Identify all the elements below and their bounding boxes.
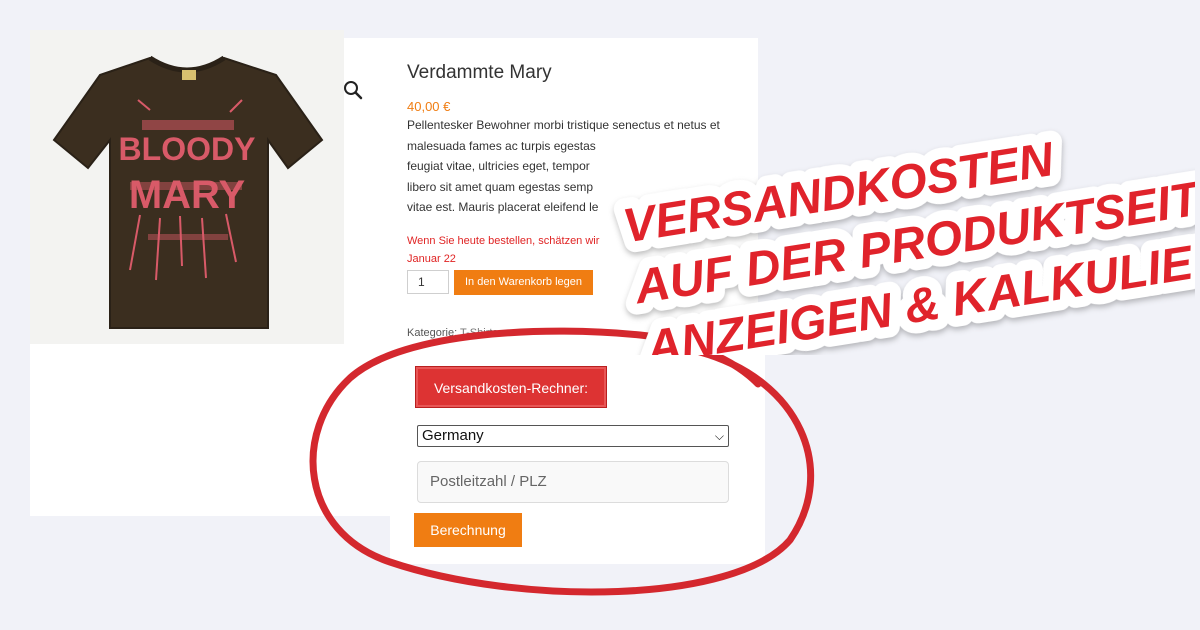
add-to-cart-button[interactable]: In den Warenkorb legen [454, 270, 593, 295]
quantity-input[interactable]: 1 [407, 270, 449, 294]
product-title: Verdammte Mary [407, 62, 552, 83]
shirt-print-bottom: MARY [129, 173, 246, 217]
zip-input[interactable]: Postleitzahl / PLZ [417, 461, 729, 503]
category-label: Kategorie: [407, 327, 458, 339]
promo-headline: VERSANDKOSTEN AUF DER PRODUKTSEITE ANZEI… [608, 122, 1195, 355]
calculate-button[interactable]: Berechnung [414, 513, 522, 547]
country-selected: Germany [422, 427, 484, 444]
zoom-button[interactable] [341, 78, 365, 102]
chevron-down-icon: ⌵ [714, 429, 724, 443]
product-price: 40,00 € [407, 99, 451, 114]
tshirt-image: BLOODY MARY [52, 55, 324, 329]
country-select[interactable]: Germany ⌵ [417, 425, 729, 447]
shipping-calculator-heading: Versandkosten-Rechner: [415, 366, 607, 408]
category-link[interactable]: T-Shirts [460, 327, 498, 339]
product-category: Kategorie: T-Shirts [407, 327, 498, 339]
shirt-print-top: BLOODY [119, 131, 256, 167]
magnifier-icon [344, 81, 363, 100]
product-image[interactable]: BLOODY MARY [30, 30, 344, 344]
